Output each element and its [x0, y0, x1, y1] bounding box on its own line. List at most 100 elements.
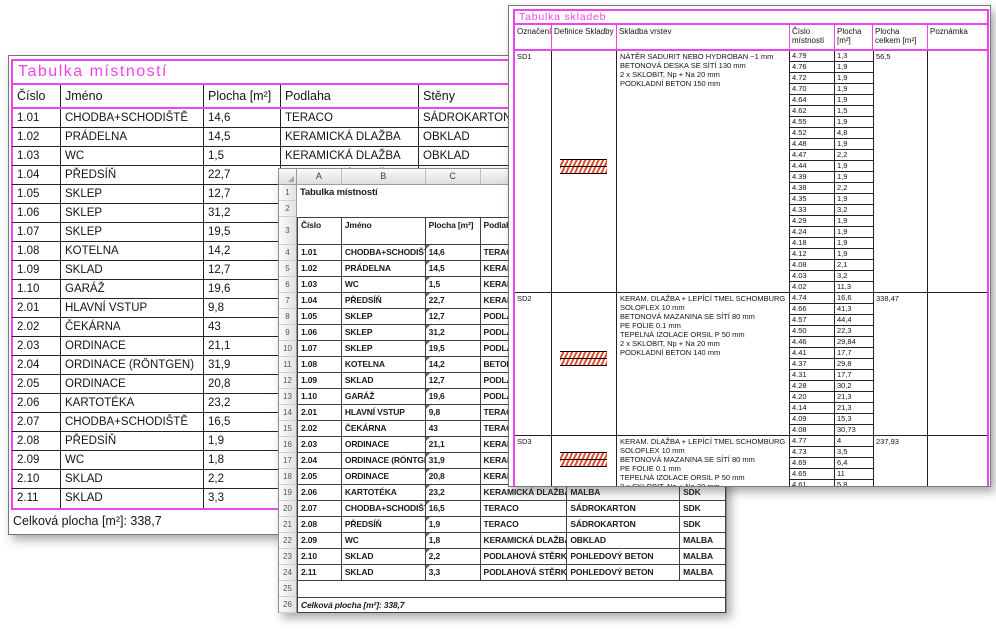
cell[interactable]: 1.03 [297, 277, 342, 293]
cell[interactable]: 14,6 [426, 245, 481, 261]
cell[interactable]: SKLEP [342, 325, 426, 341]
cell[interactable]: Celková plocha [m²]: 338,7 [297, 597, 726, 613]
cell[interactable]: Plocha [m²] [426, 217, 481, 245]
row-header[interactable]: 18 [279, 469, 297, 485]
cell[interactable]: 19,6 [426, 389, 481, 405]
cell[interactable]: WC [342, 277, 426, 293]
cell[interactable]: 2.03 [297, 437, 342, 453]
cell[interactable]: 23,2 [426, 485, 481, 501]
cell[interactable]: 1,5 [426, 277, 481, 293]
cell[interactable]: ORDINACE [342, 437, 426, 453]
cell[interactable]: POHLEDOVÝ BETON [567, 565, 680, 581]
row-header[interactable]: 24 [279, 565, 297, 581]
cell[interactable]: MALBA [680, 549, 726, 565]
cell[interactable]: GARÁŽ [342, 389, 426, 405]
cell[interactable]: HLAVNÍ VSTUP [342, 405, 426, 421]
cell[interactable]: 1.08 [297, 357, 342, 373]
column-header[interactable]: A [297, 169, 342, 184]
cell[interactable]: SÁDROKARTON [567, 501, 680, 517]
cell[interactable]: 12,7 [426, 309, 481, 325]
row-header[interactable]: 14 [279, 405, 297, 421]
row-header[interactable]: 6 [279, 277, 297, 293]
row-header[interactable]: 15 [279, 421, 297, 437]
cell[interactable] [342, 185, 426, 201]
cell[interactable]: PODLAHOVÁ STĚRKA [481, 565, 568, 581]
cell[interactable]: 1,9 [426, 517, 481, 533]
cell[interactable]: 1.09 [297, 373, 342, 389]
row-header[interactable]: 17 [279, 453, 297, 469]
cell[interactable] [426, 185, 481, 201]
cell[interactable]: SKLEP [342, 309, 426, 325]
cell[interactable]: 20,8 [426, 469, 481, 485]
cell[interactable]: 1.10 [297, 389, 342, 405]
row-header[interactable]: 5 [279, 261, 297, 277]
row-header[interactable]: 21 [279, 517, 297, 533]
cell[interactable]: PŘEDSÍŇ [342, 517, 426, 533]
cell[interactable] [426, 201, 481, 217]
cell[interactable]: SKLAD [342, 565, 426, 581]
cell[interactable]: SKLEP [342, 341, 426, 357]
cell[interactable]: 12,7 [426, 373, 481, 389]
cell[interactable]: 1.04 [297, 293, 342, 309]
cell[interactable]: 14,2 [426, 357, 481, 373]
row-header[interactable]: 11 [279, 357, 297, 373]
cell[interactable]: 2.09 [297, 533, 342, 549]
row-header[interactable]: 2 [279, 201, 297, 217]
cell[interactable]: SDK [680, 517, 726, 533]
cell[interactable]: ORDINACE [342, 469, 426, 485]
cell[interactable]: SKLAD [342, 549, 426, 565]
row-header[interactable]: 10 [279, 341, 297, 357]
cell[interactable]: SDK [680, 501, 726, 517]
cell[interactable]: 1.02 [297, 261, 342, 277]
cell[interactable]: 2.11 [297, 565, 342, 581]
row-header[interactable]: 13 [279, 389, 297, 405]
cell[interactable]: POHLEDOVÝ BETON [567, 549, 680, 565]
cell[interactable]: PRÁDELNA [342, 261, 426, 277]
cell[interactable]: 1.01 [297, 245, 342, 261]
cell[interactable]: OBKLAD [567, 533, 680, 549]
row-header[interactable]: 12 [279, 373, 297, 389]
column-header[interactable]: C [426, 169, 481, 184]
cell[interactable]: PŘEDSÍŇ [342, 293, 426, 309]
row-header[interactable]: 3 [279, 217, 297, 245]
cell[interactable]: 2.06 [297, 485, 342, 501]
cell[interactable]: KOTELNA [342, 357, 426, 373]
row-header[interactable]: 26 [279, 597, 297, 613]
cell[interactable]: SKLAD [342, 373, 426, 389]
cell[interactable]: 31,9 [426, 453, 481, 469]
cell[interactable]: KARTOTÉKA [342, 485, 426, 501]
cell[interactable]: 1.06 [297, 325, 342, 341]
cell[interactable]: 2.04 [297, 453, 342, 469]
cell[interactable] [342, 201, 426, 217]
cell[interactable] [297, 581, 726, 597]
cell[interactable]: ORDINACE (RÖNTGEN) [342, 453, 426, 469]
cell[interactable]: 3,3 [426, 565, 481, 581]
cell[interactable]: 31,2 [426, 325, 481, 341]
cell[interactable]: 21,1 [426, 437, 481, 453]
cell[interactable]: ČEKÁRNA [342, 421, 426, 437]
cell[interactable]: 14,5 [426, 261, 481, 277]
cell[interactable]: WC [342, 533, 426, 549]
cell[interactable]: 2.01 [297, 405, 342, 421]
cell[interactable]: 2.05 [297, 469, 342, 485]
cell[interactable]: KERAMICKÁ DLAŽBA [481, 485, 568, 501]
cell[interactable]: 2,2 [426, 549, 481, 565]
column-header[interactable]: B [342, 169, 426, 184]
cell[interactable]: 1.05 [297, 309, 342, 325]
row-header[interactable]: 22 [279, 533, 297, 549]
row-header[interactable]: 16 [279, 437, 297, 453]
cell[interactable]: CHODBA+SCHODIŠTĚ [342, 501, 426, 517]
row-header[interactable]: 8 [279, 309, 297, 325]
cell[interactable]: PODLAHOVÁ STĚRKA [481, 549, 568, 565]
cell[interactable]: 1.07 [297, 341, 342, 357]
cell[interactable]: MALBA [567, 485, 680, 501]
row-header[interactable]: 4 [279, 245, 297, 261]
cell[interactable]: TERACO [481, 517, 568, 533]
cell[interactable]: 2.07 [297, 501, 342, 517]
cell[interactable]: SDK [680, 485, 726, 501]
cell[interactable]: CHODBA+SCHODIŠTĚ [342, 245, 426, 261]
row-header[interactable]: 1 [279, 185, 297, 201]
row-header[interactable]: 9 [279, 325, 297, 341]
cell[interactable]: 43 [426, 421, 481, 437]
cell[interactable]: 19,5 [426, 341, 481, 357]
